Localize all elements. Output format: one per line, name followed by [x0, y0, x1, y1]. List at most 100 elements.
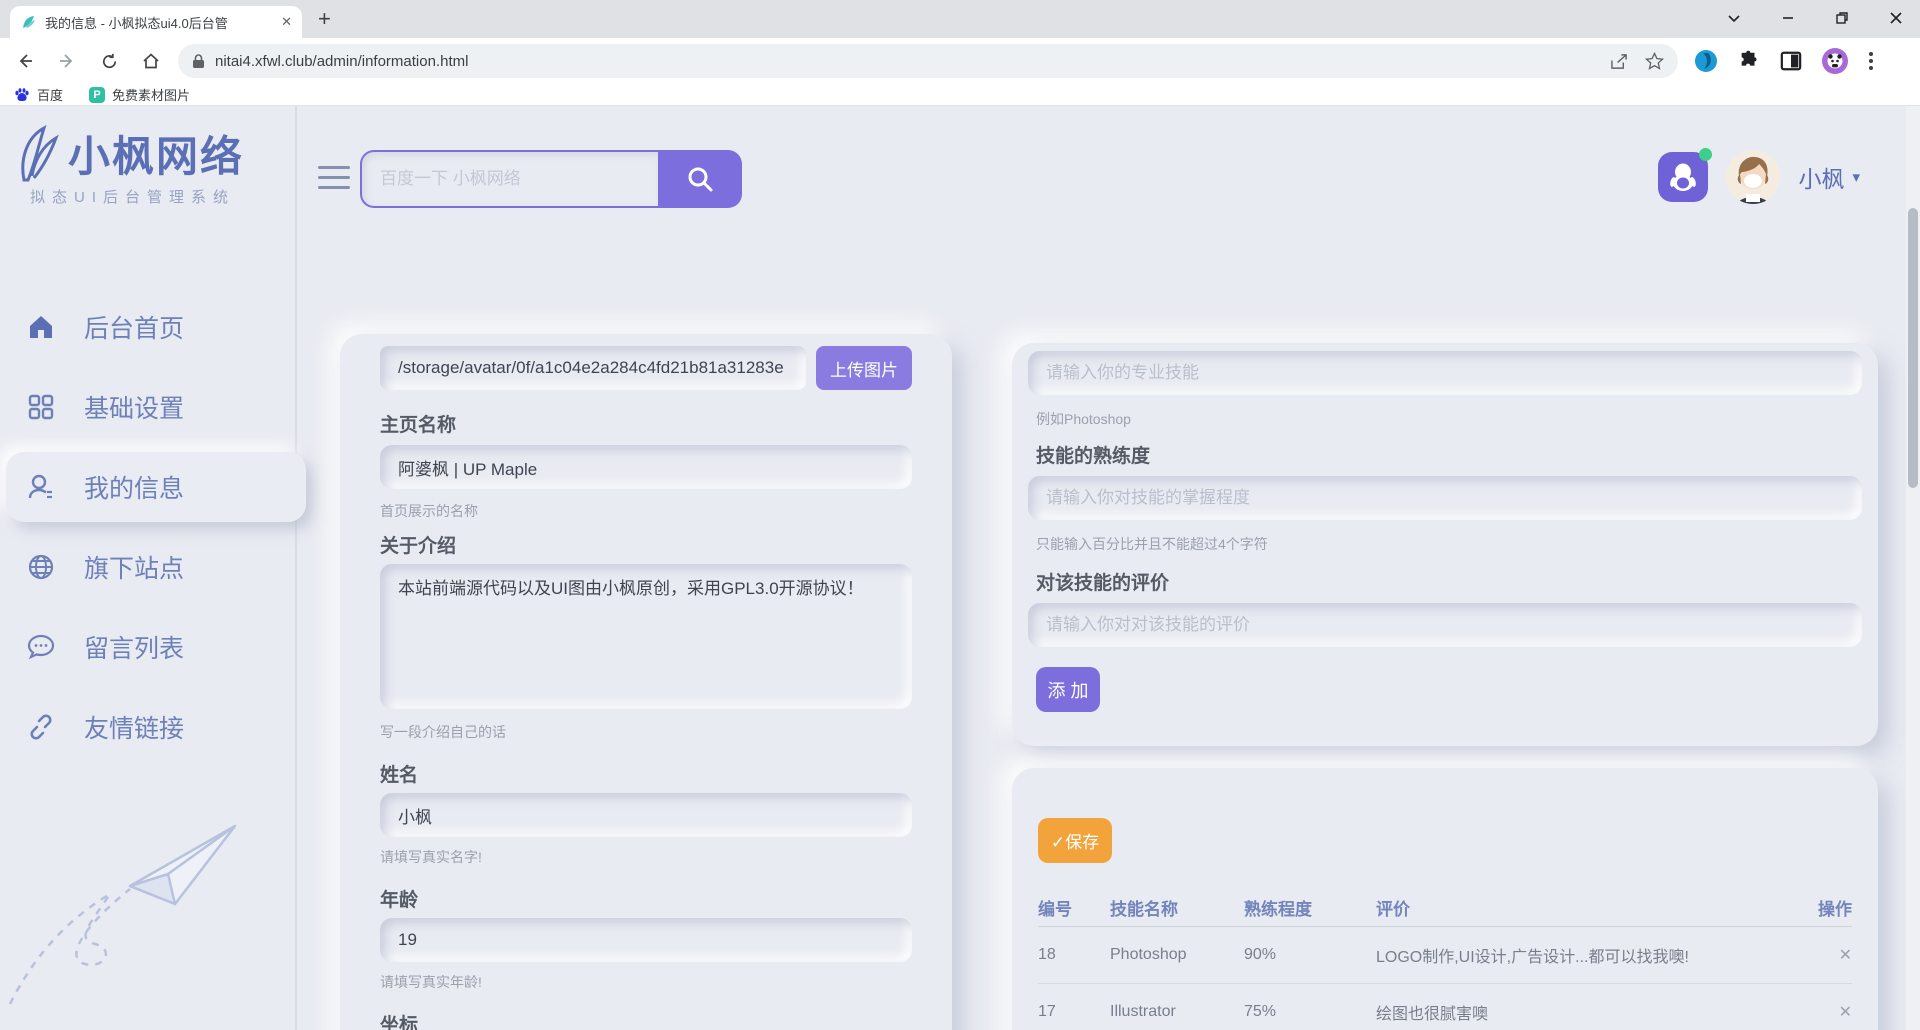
window-minimize-icon[interactable] — [1780, 10, 1796, 26]
share-icon[interactable] — [1610, 53, 1629, 70]
name-input[interactable] — [380, 793, 912, 837]
globe-icon — [26, 552, 56, 582]
sidebar-item-dashboard[interactable]: 后台首页 — [0, 287, 297, 367]
search-icon — [686, 165, 714, 193]
paper-plane-decoration — [0, 754, 280, 1024]
username-text: 小枫 — [1798, 160, 1844, 194]
col-evaluation: 评价 — [1376, 895, 1802, 920]
site-search — [360, 150, 742, 208]
bookmark-free-images[interactable]: P 免费素材图片 — [89, 85, 190, 104]
homepage-name-hint: 首页展示的名称 — [380, 501, 912, 521]
scrollbar-thumb[interactable] — [1908, 208, 1918, 488]
save-button[interactable]: ✓保存 — [1038, 818, 1112, 863]
age-hint: 请填写真实年龄! — [380, 972, 912, 992]
skill-name-input[interactable] — [1028, 351, 1862, 395]
window-close-icon[interactable] — [1888, 10, 1904, 26]
add-skill-button[interactable]: 添 加 — [1036, 667, 1100, 712]
evaluation-input[interactable] — [1028, 603, 1862, 647]
site-favicon-leaf-icon — [20, 14, 37, 31]
age-label: 年龄 — [380, 885, 912, 912]
col-proficiency: 熟练程度 — [1244, 895, 1376, 920]
link-icon — [26, 712, 56, 742]
skill-name-hint: 例如Photoshop — [1028, 409, 1862, 429]
window-restore-icon[interactable] — [1834, 10, 1850, 26]
page-scrollbar — [1906, 106, 1920, 1030]
proficiency-hint: 只能输入百分比并且不能超过4个字符 — [1028, 534, 1862, 554]
grid-icon — [26, 392, 56, 422]
proficiency-label: 技能的熟练度 — [1028, 441, 1862, 468]
browser-tab-bar: 我的信息 - 小枫拟态ui4.0后台管 ✕ + — [0, 0, 1920, 38]
homepage-name-label: 主页名称 — [380, 410, 912, 437]
delete-row-icon[interactable]: ✕ — [1802, 1002, 1852, 1022]
location-label: 坐标 — [380, 1010, 912, 1030]
bookmarks-bar: 百度 P 免费素材图片 — [0, 84, 1920, 106]
sidebar-item-sites[interactable]: 旗下站点 — [0, 527, 297, 607]
app-logo: 小枫网络 — [10, 122, 244, 184]
name-label: 姓名 — [380, 760, 912, 787]
col-id: 编号 — [1038, 895, 1110, 920]
sidebar-item-basic-settings[interactable]: 基础设置 — [0, 367, 297, 447]
avatar-path-input[interactable] — [380, 346, 806, 390]
forward-button[interactable] — [50, 44, 84, 78]
menu-toggle-button[interactable] — [318, 166, 350, 196]
url-bar[interactable]: nitai4.xfwl.club/admin/information.html — [178, 44, 1678, 78]
extension-blue-icon[interactable] — [1694, 49, 1718, 73]
extensions-puzzle-icon[interactable] — [1738, 50, 1760, 72]
browser-menu-kebab-icon[interactable] — [1868, 51, 1874, 71]
tab-close-icon[interactable]: ✕ — [281, 14, 292, 30]
sidebar-item-my-info[interactable]: 我的信息 — [0, 447, 297, 527]
name-hint: 请填写真实名字! — [380, 847, 912, 867]
search-button[interactable] — [658, 150, 742, 208]
table-row: 18 Photoshop 90% LOGO制作,UI设计,广告设计...都可以找… — [1038, 927, 1852, 984]
skills-table-card: ✓保存 编号 技能名称 熟练程度 评价 操作 18 Photoshop 90% … — [1012, 768, 1878, 1030]
evaluation-label: 对该技能的评价 — [1028, 568, 1862, 595]
back-button[interactable] — [8, 44, 42, 78]
browser-toolbar: nitai4.xfwl.club/admin/information.html — [0, 38, 1920, 84]
about-label: 关于介绍 — [380, 531, 912, 558]
qq-penguin-icon — [1668, 161, 1698, 193]
homepage-name-input[interactable] — [380, 445, 912, 489]
table-header-row: 编号 技能名称 熟练程度 评价 操作 — [1038, 889, 1852, 927]
pixabay-icon: P — [89, 87, 105, 103]
home-icon — [26, 312, 56, 342]
sidebar-item-messages[interactable]: 留言列表 — [0, 607, 297, 687]
delete-row-icon[interactable]: ✕ — [1802, 945, 1852, 965]
user-avatar[interactable] — [1726, 150, 1780, 204]
baidu-paw-icon — [14, 87, 30, 103]
skills-table: 编号 技能名称 熟练程度 评价 操作 18 Photoshop 90% LOGO… — [1038, 889, 1852, 1030]
notification-dot — [1699, 148, 1712, 161]
maple-logo-icon — [10, 122, 62, 184]
table-row: 17 Illustrator 75% 绘图也很腻害噢 ✕ — [1038, 984, 1852, 1030]
age-input[interactable] — [380, 918, 912, 962]
logo-subtitle: 拟态UI后台管理系统 — [30, 186, 235, 207]
comments-icon — [26, 632, 56, 662]
about-hint: 写一段介绍自己的话 — [380, 722, 912, 742]
reload-button[interactable] — [92, 44, 126, 78]
col-skill: 技能名称 — [1110, 895, 1244, 920]
user-menu[interactable]: 小枫 ▾ — [1798, 160, 1860, 194]
user-icon — [26, 472, 56, 502]
skill-add-card: 例如Photoshop 技能的熟练度 只能输入百分比并且不能超过4个字符 对该技… — [1012, 343, 1878, 746]
browser-tab[interactable]: 我的信息 - 小枫拟态ui4.0后台管 ✕ — [10, 6, 302, 38]
tab-title: 我的信息 - 小枫拟态ui4.0后台管 — [45, 13, 257, 32]
profile-form-card: 上传图片 主页名称 首页展示的名称 关于介绍 本站前端源代码以及UI图由小枫原创… — [340, 334, 952, 1030]
user-menu-caret-icon: ▾ — [1852, 168, 1860, 186]
browser-profile-avatar[interactable] — [1822, 48, 1848, 74]
sidebar-menu: 后台首页 基础设置 我的信息 — [0, 287, 297, 767]
bookmark-label: 免费素材图片 — [112, 85, 190, 104]
bookmark-star-icon[interactable] — [1645, 52, 1664, 70]
about-textarea[interactable]: 本站前端源代码以及UI图由小枫原创，采用GPL3.0开源协议！ — [380, 564, 912, 709]
bookmark-baidu[interactable]: 百度 — [14, 85, 63, 104]
logo-title: 小枫网络 — [68, 123, 244, 184]
new-tab-button[interactable]: + — [318, 8, 331, 30]
lock-icon — [192, 54, 205, 69]
qq-notification-button[interactable] — [1658, 152, 1708, 202]
home-button[interactable] — [134, 44, 168, 78]
search-input[interactable] — [360, 150, 658, 208]
window-menu-chevron-icon[interactable] — [1726, 10, 1742, 26]
bookmark-label: 百度 — [37, 85, 63, 104]
upload-image-button[interactable]: 上传图片 — [816, 346, 912, 390]
proficiency-input[interactable] — [1028, 476, 1862, 520]
side-panel-icon[interactable] — [1780, 50, 1802, 72]
col-actions: 操作 — [1802, 895, 1852, 920]
